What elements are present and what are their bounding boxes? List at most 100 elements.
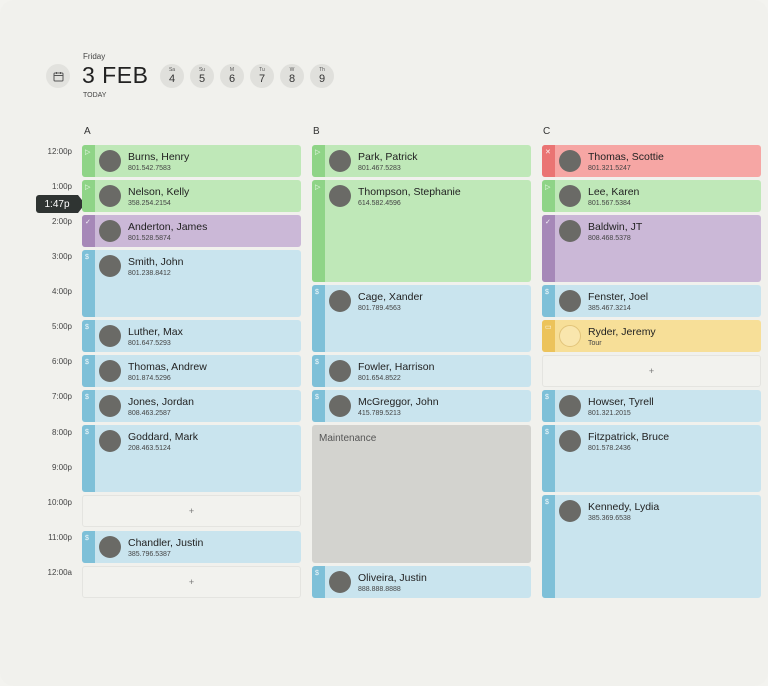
day-button[interactable]: Tu 7 [250,64,274,88]
time-label: 7:00p [51,392,72,401]
client-phone: 358.254.2154 [128,200,171,207]
time-label: 3:00p [51,252,72,261]
time-label: 12:00a [47,568,72,577]
client-phone: 415.789.5213 [358,410,401,417]
client-name: Burns, Henry [128,151,190,163]
client-phone: 801.578.2436 [588,445,631,452]
appointment-card[interactable]: $ Goddard, Mark 208.463.5124 [82,425,301,492]
day-button[interactable]: Su 5 [190,64,214,88]
appointment-card[interactable]: $ Chandler, Justin 385.796.5387 [82,531,301,563]
avatar [99,430,121,452]
client-name: Thomas, Andrew [128,361,207,373]
avatar [329,360,351,382]
appointment-card[interactable]: $ Kennedy, Lydia 385.369.6538 [542,495,761,598]
day-button[interactable]: M6 [220,64,244,88]
checked-in-icon: ▷ [85,184,91,191]
day-button[interactable]: Th 9 [310,64,334,88]
client-phone: 808.468.5378 [588,235,631,242]
client-name: Cage, Xander [358,291,423,303]
client-phone: 801.238.8412 [128,270,171,277]
day-button[interactable]: Sa 4 [160,64,184,88]
appointment-card[interactable]: ✕ Thomas, Scottie 801.321.5247 [542,145,761,177]
appointment-card[interactable]: $ Oliveira, Justin 888.888.8888 [312,566,531,598]
add-appointment-slot[interactable]: + [82,566,301,598]
client-phone: 208.463.5124 [128,445,171,452]
paid-icon: $ [315,394,319,401]
appointment-card[interactable]: $ Fowler, Harrison 801.654.8522 [312,355,531,387]
avatar [99,395,121,417]
avatar [99,536,121,558]
add-appointment-slot[interactable]: + [82,495,301,527]
day-picker: Sa 4 Su 5 M6 Tu 7 W8 Th 9 [160,64,334,88]
appointment-card[interactable]: ▷ Nelson, Kelly 358.254.2154 [82,180,301,212]
appointment-card[interactable]: $ Cage, Xander 801.789.4563 [312,285,531,352]
appointment-card[interactable]: $ Fenster, Joel 385.467.3214 [542,285,761,317]
add-appointment-slot[interactable]: + [542,355,761,387]
client-phone: 801.321.5247 [588,165,631,172]
client-name: Goddard, Mark [128,431,199,443]
paid-icon: $ [85,429,89,436]
client-phone: 385.796.5387 [128,551,171,558]
appointment-card[interactable]: $ Thomas, Andrew 801.874.5296 [82,355,301,387]
paid-icon: $ [315,289,319,296]
client-name: Park, Patrick [358,151,418,163]
completed-icon: ✓ [545,219,551,226]
client-name: Ryder, Jeremy [588,326,656,338]
time-label: 10:00p [47,498,72,507]
client-name: Fenster, Joel [588,291,649,303]
appointment-card[interactable]: $ Luther, Max 801.647.5293 [82,320,301,352]
client-name: Thompson, Stephanie [358,186,461,198]
client-phone: 801.542.7583 [128,165,171,172]
time-label: 9:00p [51,463,72,472]
appointment-card[interactable]: ✓ Baldwin, JT 808.468.5378 [542,215,761,282]
time-label: 6:00p [51,357,72,366]
appointment-card[interactable]: ▷ Park, Patrick 801.467.5283 [312,145,531,177]
avatar [99,185,121,207]
calendar-button[interactable] [46,64,70,88]
client-name: Howser, Tyrell [588,396,654,408]
appointment-card[interactable]: $ McGreggor, John 415.789.5213 [312,390,531,422]
client-phone: 801.528.5874 [128,235,171,242]
client-phone: 801.467.5283 [358,165,401,172]
appointment-card[interactable]: $ Smith, John 801.238.8412 [82,250,301,317]
maintenance-label: Maintenance [319,433,377,444]
avatar [99,360,121,382]
avatar [329,150,351,172]
appointment-card[interactable]: $ Fitzpatrick, Bruce 801.578.2436 [542,425,761,492]
paid-icon: $ [315,359,319,366]
client-name: Baldwin, JT [588,221,643,233]
appointment-card[interactable]: $ Howser, Tyrell 801.321.2015 [542,390,761,422]
paid-icon: $ [85,394,89,401]
avatar [99,220,121,242]
paid-icon: $ [315,570,319,577]
paid-icon: $ [545,289,549,296]
weekday-label: Friday [83,52,106,61]
client-name: Thomas, Scottie [588,151,664,163]
appointment-card[interactable]: ▭ Ryder, Jeremy Tour [542,320,761,352]
appointment-card[interactable]: ▷ Lee, Karen 801.567.5384 [542,180,761,212]
client-name: Chandler, Justin [128,537,204,549]
appointment-card[interactable]: ✓ Anderton, James 801.528.5874 [82,215,301,247]
avatar [329,571,351,593]
avatar [559,220,581,242]
appointment-card[interactable]: ▷ Thompson, Stephanie 614.582.4596 [312,180,531,282]
maintenance-block[interactable]: Maintenance [312,425,531,563]
schedule-window: Friday 3 FEB TODAY Sa 4 Su 5 M6 Tu 7 W8 Th 9… [0,0,768,686]
checked-in-icon: ▷ [85,149,91,156]
paid-icon: $ [545,429,549,436]
client-name: Fitzpatrick, Bruce [588,431,670,443]
day-button[interactable]: W8 [280,64,304,88]
avatar [99,150,121,172]
column-header-c: C [543,126,551,137]
client-phone: 801.321.2015 [588,410,631,417]
paid-icon: $ [85,535,89,542]
paid-icon: $ [545,499,549,506]
appointment-card[interactable]: $ Jones, Jordan 808.463.2587 [82,390,301,422]
avatar [99,255,121,277]
time-label: 12:00p [47,147,72,156]
appointment-card[interactable]: ▷ Burns, Henry 801.542.7583 [82,145,301,177]
completed-icon: ✓ [85,219,91,226]
client-phone: 385.369.6538 [588,515,631,522]
time-label: 8:00p [51,428,72,437]
client-phone: 614.582.4596 [358,200,401,207]
